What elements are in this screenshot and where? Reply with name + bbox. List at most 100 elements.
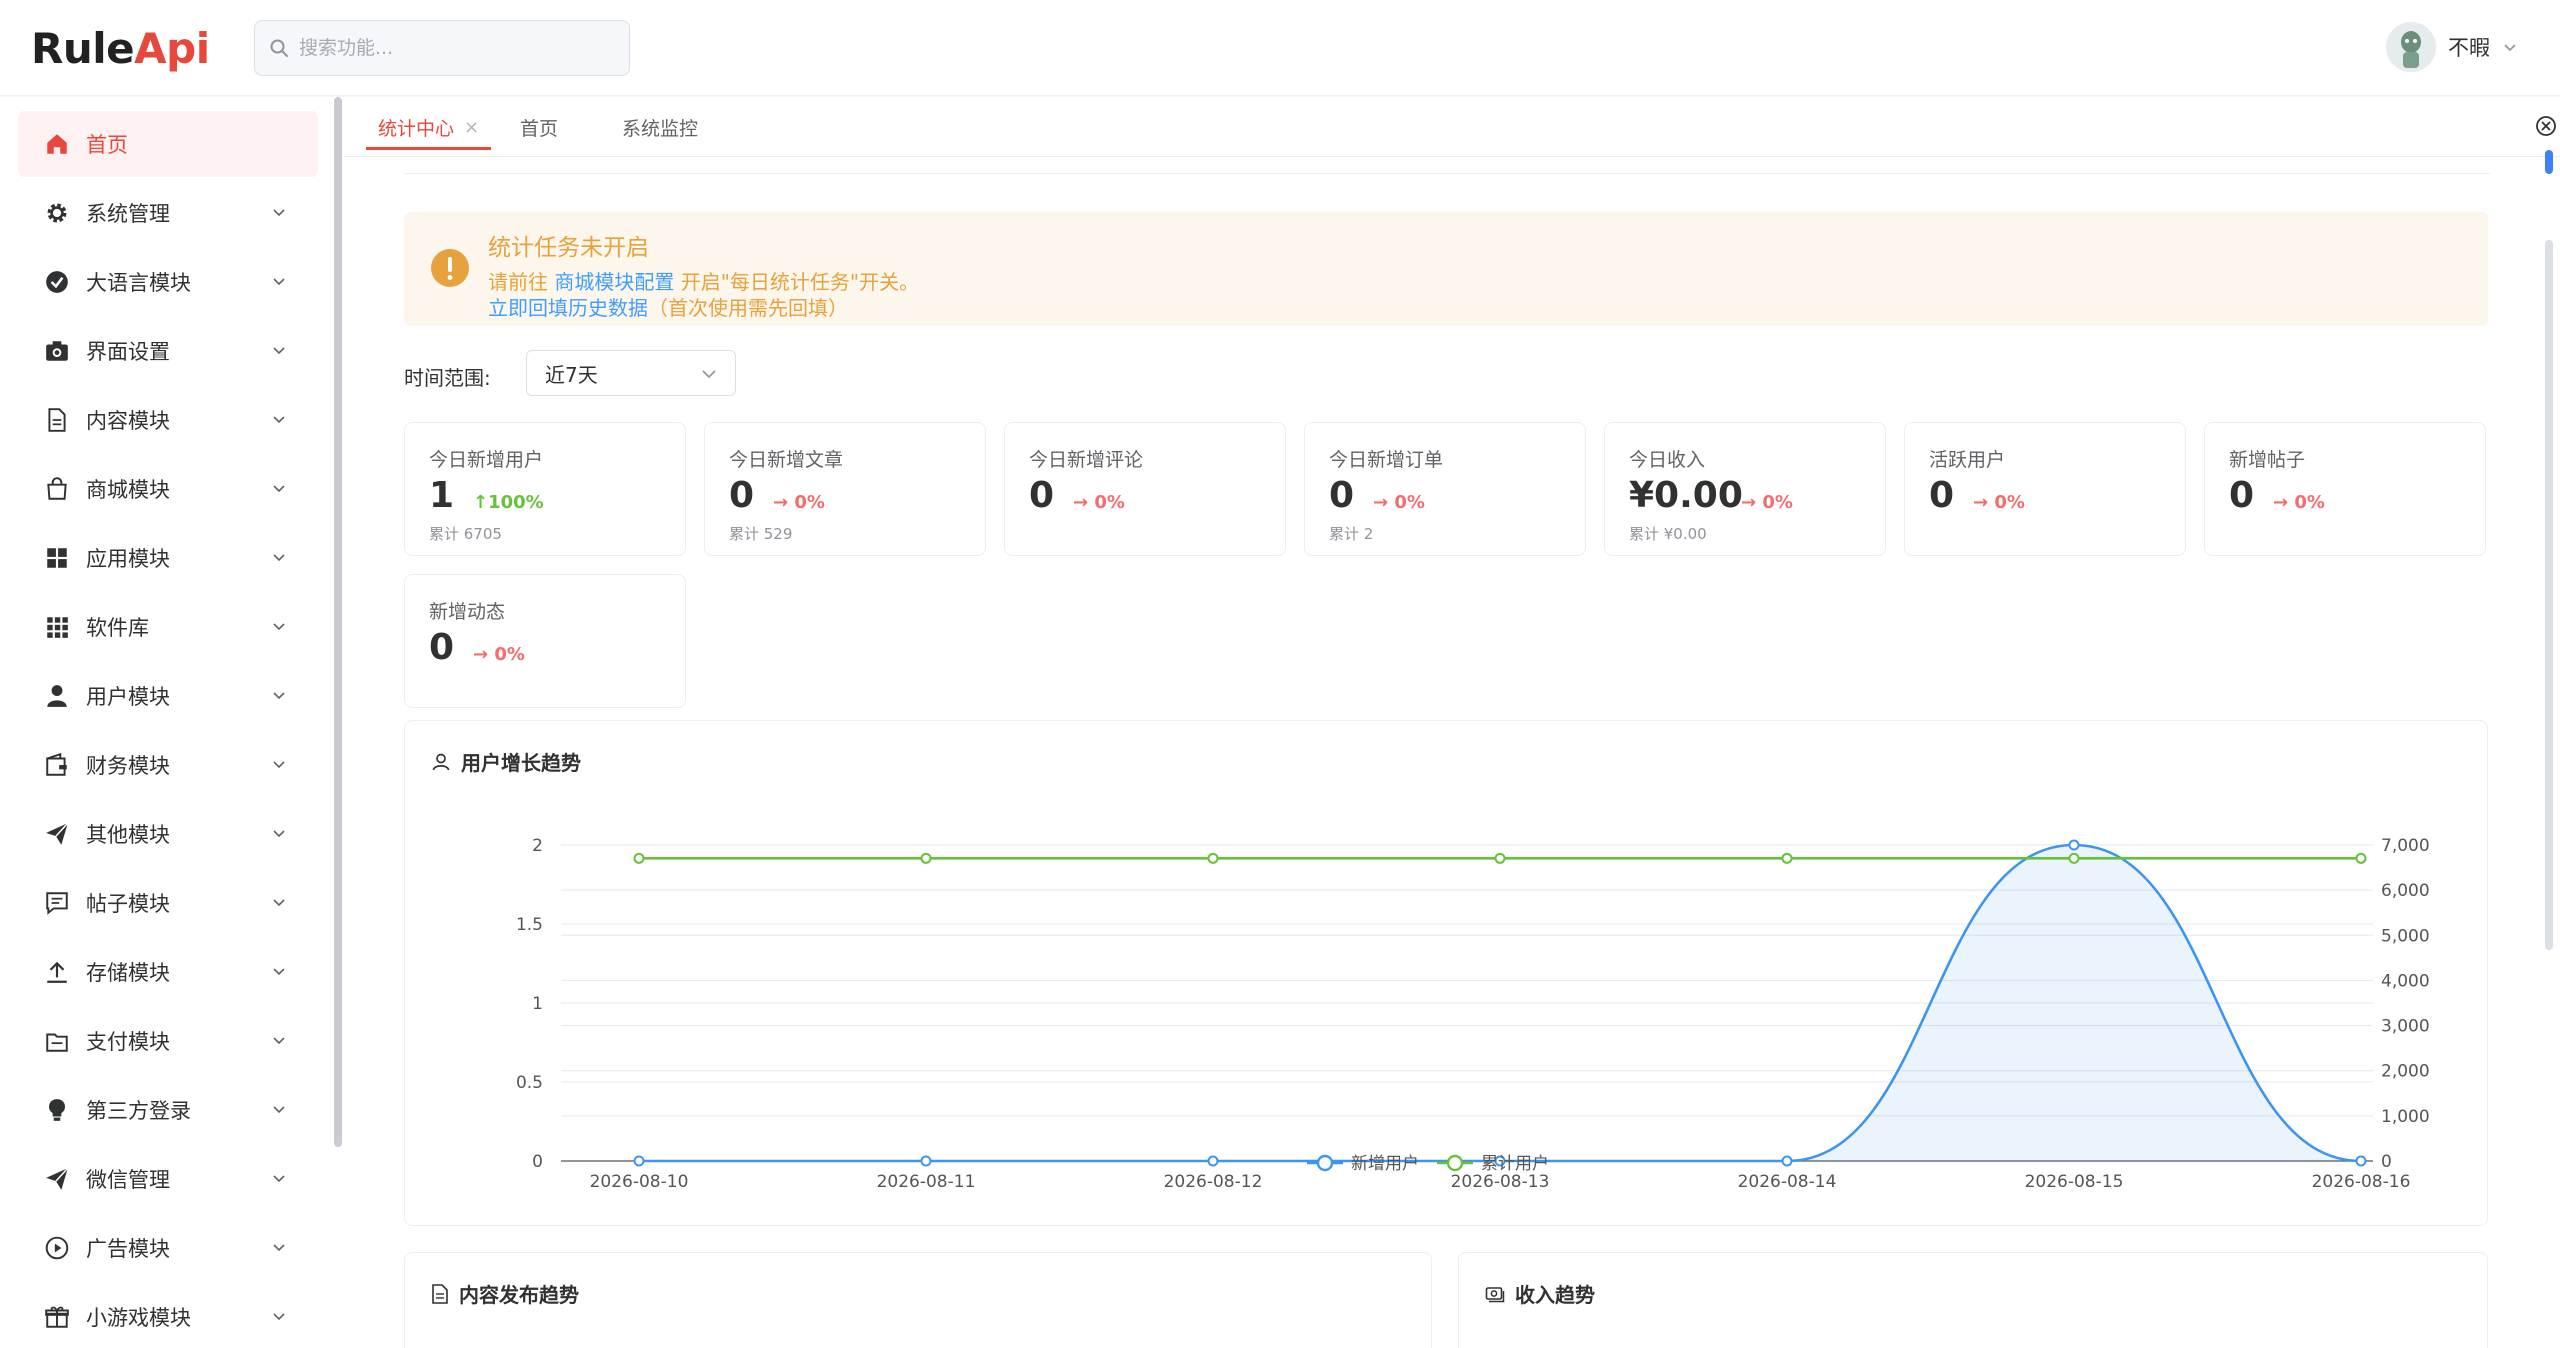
sidebar-item-5[interactable]: 商城模块 <box>18 456 318 522</box>
x-tick-label: 2026-08-15 <box>2025 1172 2124 1192</box>
stats-task-alert: 统计任务未开启 请前往 商城模块配置 开启"每日统计任务"开关。 立即回填历史数… <box>404 212 2488 326</box>
sidebar-item-13[interactable]: 支付模块 <box>18 1008 318 1074</box>
chevron-down-icon <box>273 1313 285 1321</box>
sidebar-item-label: 其他模块 <box>86 823 170 847</box>
income-trend-title: 收入趋势 <box>1485 1279 1595 1308</box>
stat-trend: → 0% <box>1373 492 1425 513</box>
user-icon <box>47 685 67 707</box>
payment-icon <box>46 1033 68 1052</box>
play-circle-icon <box>45 1236 69 1260</box>
divider <box>404 173 2490 174</box>
sidebar-item-8[interactable]: 用户模块 <box>18 663 318 729</box>
sidebar-item-label: 商城模块 <box>86 478 170 502</box>
legend-label: 新增用户 <box>1351 1154 1419 1174</box>
time-range-select[interactable]: 近7天 <box>526 350 736 396</box>
chevron-down-icon <box>273 278 285 286</box>
alert-line1-prefix: 请前往 <box>488 270 555 294</box>
stat-trend: → 0% <box>2273 492 2325 513</box>
sidebar-item-7[interactable]: 软件库 <box>18 594 318 660</box>
y-left-tick-label: 0 <box>532 1152 543 1172</box>
search-input[interactable] <box>299 37 599 59</box>
check-circle-icon <box>46 271 68 293</box>
sidebar-item-label: 界面设置 <box>86 340 170 364</box>
sidebar-item-9[interactable]: 财务模块 <box>18 732 318 798</box>
stat-trend: → 0% <box>773 492 825 513</box>
sidebar-item-label: 帖子模块 <box>86 892 170 916</box>
sidebar-item-6[interactable]: 应用模块 <box>18 525 318 591</box>
sidebar-item-1[interactable]: 系统管理 <box>18 180 318 246</box>
income-trend-panel: 收入趋势 <box>1458 1252 2488 1348</box>
sidebar-item-label: 第三方登录 <box>86 1099 191 1123</box>
user-growth-chart[interactable]: 0 1,000 2,000 3,000 4,000 5,000 6,000 7,000 0 0.5… <box>405 721 2488 1226</box>
panel-title-text: 收入趋势 <box>1515 1283 1595 1307</box>
y-left-tick-label: 0.5 <box>516 1073 543 1093</box>
chevron-down-icon <box>273 1106 285 1114</box>
chevron-down-icon <box>273 968 285 976</box>
send-icon <box>46 1167 69 1190</box>
x-tick-label: 2026-08-12 <box>1164 1172 1263 1192</box>
sidebar-item-12[interactable]: 存储模块 <box>18 939 318 1005</box>
alert-line-1: 请前往 商城模块配置 开启"每日统计任务"开关。 <box>488 266 919 295</box>
document-icon <box>432 1283 448 1304</box>
stat-card: 新增动态 0 → 0% <box>404 574 686 708</box>
sidebar-item-3[interactable]: 界面设置 <box>18 318 318 384</box>
stat-value: 0 <box>1929 475 1955 516</box>
y-right-tick-label: 1,000 <box>2381 1107 2430 1127</box>
x-tick-label: 2026-08-11 <box>877 1172 976 1192</box>
shop-config-link[interactable]: 商城模块配置 <box>554 270 674 294</box>
data-point <box>1781 1155 1793 1167</box>
sidebar-item-11[interactable]: 帖子模块 <box>18 870 318 936</box>
sidebar-scrollbar[interactable] <box>334 97 342 1147</box>
sidebar-item-label: 存储模块 <box>86 961 170 985</box>
money-icon <box>1485 1286 1505 1302</box>
search-box[interactable] <box>254 20 630 76</box>
tab-system-monitor[interactable]: 系统监控 <box>622 97 698 157</box>
tab-home[interactable]: 首页 <box>520 97 558 157</box>
alert-line2-suffix: （首次使用需先回填） <box>648 296 848 320</box>
app-logo[interactable]: RuleApi <box>31 24 210 73</box>
stat-title: 今日新增文章 <box>729 449 844 471</box>
bulb-icon <box>48 1099 66 1121</box>
sidebar-item-14[interactable]: 第三方登录 <box>18 1077 318 1143</box>
close-all-tabs-icon[interactable] <box>2534 114 2558 138</box>
sidebar-item-2[interactable]: 大语言模块 <box>18 249 318 315</box>
sidebar-item-10[interactable]: 其他模块 <box>18 801 318 867</box>
sidebar-item-label: 软件库 <box>86 616 149 640</box>
chevron-down-icon <box>273 485 285 493</box>
stat-total: 累计 2 <box>1329 525 1374 543</box>
user-menu[interactable]: 不暇 <box>2386 22 2518 72</box>
tab-stats-center[interactable]: 统计中心 × <box>365 97 492 157</box>
stat-title: 今日新增评论 <box>1029 449 1144 471</box>
stat-title: 今日新增订单 <box>1329 449 1444 471</box>
avatar[interactable] <box>2386 22 2436 72</box>
sidebar-item-15[interactable]: 微信管理 <box>18 1146 318 1212</box>
gift-icon <box>45 1306 69 1328</box>
camera-icon <box>46 341 68 361</box>
apps-icon <box>47 617 68 638</box>
main-scrollbar[interactable] <box>2545 150 2553 1320</box>
chat-icon <box>46 892 68 915</box>
wallet-icon <box>46 752 67 776</box>
data-point <box>2068 839 2080 851</box>
chevron-down-icon <box>273 899 285 907</box>
document-icon <box>48 408 66 432</box>
backfill-history-link[interactable]: 立即回填历史数据 <box>488 296 648 320</box>
x-tick-label: 2026-08-13 <box>1451 1172 1550 1192</box>
scrollbar-thumb[interactable] <box>2545 240 2553 950</box>
sidebar-item-4[interactable]: 内容模块 <box>18 387 318 453</box>
sidebar-item-16[interactable]: 广告模块 <box>18 1215 318 1281</box>
stat-title: 今日新增用户 <box>429 449 544 471</box>
tab-close-icon[interactable]: × <box>464 117 479 138</box>
alert-title: 统计任务未开启 <box>488 235 649 261</box>
alert-line1-suffix: 开启"每日统计任务"开关。 <box>674 270 920 294</box>
content-trend-panel: 内容发布趋势 <box>404 1252 1432 1348</box>
data-point <box>2355 1155 2367 1167</box>
data-point <box>1494 852 1506 864</box>
chevron-down-icon <box>273 1244 285 1252</box>
data-point <box>633 1155 645 1167</box>
user-growth-panel: 用户增长趋势 0 1,000 2,000 3,000 4,000 5,000 6,000 7,… <box>404 720 2488 1226</box>
sidebar-item-0[interactable]: 首页 <box>18 111 318 177</box>
sidebar-item-label: 首页 <box>86 133 128 157</box>
gear-icon <box>47 203 67 223</box>
sidebar-item-17[interactable]: 小游戏模块 <box>18 1284 318 1348</box>
